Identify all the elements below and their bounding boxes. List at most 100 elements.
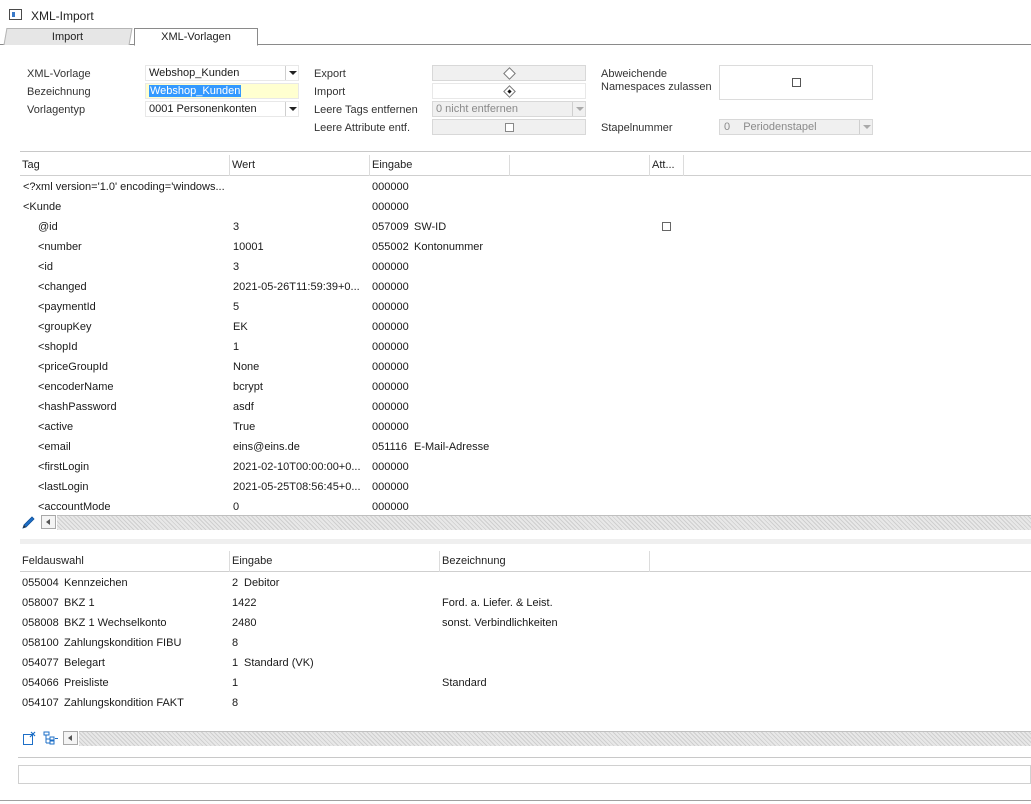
tag-grid-hscrollbar[interactable] xyxy=(57,515,1031,530)
scroll-left-button[interactable] xyxy=(63,731,78,745)
tag-cell: <encoderName xyxy=(38,381,114,393)
table-row[interactable]: <accountMode 0 000000 xyxy=(20,497,1031,517)
column-header-bezeichnung[interactable]: Bezeichnung xyxy=(440,551,650,572)
tab-xml-vorlagen-label: XML-Vorlagen xyxy=(161,31,231,43)
pencil-icon[interactable] xyxy=(21,515,37,530)
bezeichnung-value: Webshop_Kunden xyxy=(149,85,242,97)
bezeichnung-input[interactable]: Webshop_Kunden xyxy=(145,83,299,99)
chevron-down-icon[interactable] xyxy=(285,102,298,116)
eingabe-code-cell: 000000 xyxy=(372,341,409,353)
feld-code-cell: 055004 xyxy=(22,577,59,589)
field-grid: Feldauswahl Eingabe Bezeichnung 055004 Ke… xyxy=(20,551,1031,731)
window-bottom-border xyxy=(0,800,1031,801)
chevron-down-icon[interactable] xyxy=(285,66,298,80)
feld-code-cell: 054107 xyxy=(22,697,59,709)
table-row[interactable]: <groupKey EK 000000 xyxy=(20,317,1031,337)
table-row[interactable]: <encoderName bcrypt 000000 xyxy=(20,377,1031,397)
import-option[interactable] xyxy=(432,83,586,99)
namespaces-field[interactable] xyxy=(719,65,873,100)
eingabe-code-cell: 000000 xyxy=(372,301,409,313)
eingabe-text-cell xyxy=(414,357,614,377)
tag-cell: <active xyxy=(38,421,74,433)
column-header-tag[interactable]: Tag xyxy=(20,155,230,176)
table-row[interactable]: <shopId 1 000000 xyxy=(20,337,1031,357)
attribute-checkbox[interactable] xyxy=(662,222,671,231)
table-row[interactable]: 058008 BKZ 1 Wechselkonto 2480 sonst. Verbi… xyxy=(20,613,1031,633)
feld-name-cell: BKZ 1 Wechselkonto xyxy=(64,617,167,629)
table-row[interactable]: 055004 Kennzeichen 2 Debitor xyxy=(20,573,1031,593)
tag-cell: @id xyxy=(38,221,58,233)
tag-cell: <number xyxy=(38,241,82,253)
table-row[interactable]: 054077 Belegart 1 Standard (VK) xyxy=(20,653,1031,673)
column-header-wert[interactable]: Wert xyxy=(230,155,370,176)
wert-cell: bcrypt xyxy=(233,381,263,393)
namespaces-label-line1: Abweichende xyxy=(601,68,668,80)
table-row[interactable]: <Kunde 000000 xyxy=(20,197,1031,217)
table-row[interactable]: 054066 Preisliste 1 Standard xyxy=(20,673,1031,693)
eingabe-code-cell: 051116 xyxy=(372,441,408,453)
tab-import[interactable]: Import xyxy=(3,28,133,45)
table-row[interactable]: <number 10001 055002 Kontonummer xyxy=(20,237,1031,257)
table-row[interactable]: <paymentId 5 000000 xyxy=(20,297,1031,317)
feld-name-cell: Preisliste xyxy=(64,677,109,689)
leere-tags-combo[interactable]: 0 nicht entfernen xyxy=(432,101,586,117)
table-row[interactable]: <?xml version='1.0' encoding='windows...… xyxy=(20,177,1031,197)
tab-xml-vorlagen[interactable]: XML-Vorlagen xyxy=(134,28,258,46)
table-row[interactable]: <id 3 000000 xyxy=(20,257,1031,277)
new-entry-icon[interactable] xyxy=(22,731,38,746)
namespaces-checkbox[interactable] xyxy=(792,78,801,87)
table-row[interactable]: <email eins@eins.de 051116 E-Mail-Adresse xyxy=(20,437,1031,457)
table-row[interactable]: <lastLogin 2021-05-25T08:56:45+0... 000000 xyxy=(20,477,1031,497)
chevron-down-icon[interactable] xyxy=(859,120,872,134)
leere-attribute-checkbox[interactable] xyxy=(505,123,514,132)
splitter[interactable] xyxy=(20,539,1031,544)
column-header-eingabe[interactable]: Eingabe xyxy=(370,155,510,176)
table-row[interactable]: 054107 Zahlungskondition FAKT 8 xyxy=(20,693,1031,713)
leere-attribute-field[interactable] xyxy=(432,119,586,135)
feld-name-cell: Kennzeichen xyxy=(64,577,128,589)
window-title: XML-Import xyxy=(31,9,94,23)
table-row[interactable]: @id 3 057009 SW-ID xyxy=(20,217,1031,237)
column-header-feldauswahl[interactable]: Feldauswahl xyxy=(20,551,230,572)
vorlagentyp-combo[interactable]: 0001 Personenkonten xyxy=(145,101,299,117)
chevron-down-icon[interactable] xyxy=(572,102,585,116)
divider xyxy=(20,151,1031,152)
column-header-eingabe[interactable]: Eingabe xyxy=(230,551,440,572)
bezeichnung-cell xyxy=(442,653,642,673)
wert-cell: 3 xyxy=(233,261,240,273)
feld-code-cell: 054077 xyxy=(22,657,59,669)
eingabe-text-cell xyxy=(414,417,614,437)
wert-cell: 10001 xyxy=(233,241,264,253)
eingabe-text-cell xyxy=(244,673,434,693)
export-label: Export xyxy=(314,68,346,80)
eingabe-text-cell xyxy=(414,457,614,477)
eingabe-code-cell: 000000 xyxy=(372,401,409,413)
eingabe-code-cell: 000000 xyxy=(372,201,409,213)
tag-cell: <shopId xyxy=(38,341,78,353)
feld-code-cell: 054066 xyxy=(22,677,59,689)
eingabe-code-cell: 000000 xyxy=(372,321,409,333)
wert-cell: 2021-02-10T00:00:00+0... xyxy=(233,461,361,473)
import-radio-icon[interactable] xyxy=(503,85,516,98)
table-row[interactable]: <hashPassword asdf 000000 xyxy=(20,397,1031,417)
table-row[interactable]: <priceGroupId None 000000 xyxy=(20,357,1031,377)
tag-cell: <groupKey xyxy=(38,321,92,333)
tree-mapping-icon[interactable] xyxy=(43,731,59,746)
export-option[interactable] xyxy=(432,65,586,81)
table-row[interactable]: <changed 2021-05-26T11:59:39+0... 000000 xyxy=(20,277,1031,297)
wert-cell: 5 xyxy=(233,301,240,313)
export-radio-icon[interactable] xyxy=(503,67,516,80)
table-row[interactable]: <active True 000000 xyxy=(20,417,1031,437)
table-row[interactable]: <firstLogin 2021-02-10T00:00:00+0... 00000… xyxy=(20,457,1031,477)
wert-cell: None xyxy=(233,361,260,373)
column-header-att[interactable]: Att... xyxy=(650,155,684,176)
table-row[interactable]: 058100 Zahlungskondition FIBU 8 xyxy=(20,633,1031,653)
xml-vorlage-combo[interactable]: Webshop_Kunden xyxy=(145,65,299,81)
eingabe-code-cell: 000000 xyxy=(372,261,409,273)
table-row[interactable]: 058007 BKZ 1 1422 Ford. a. Liefer. & Leist. xyxy=(20,593,1031,613)
scroll-left-button[interactable] xyxy=(41,515,56,529)
column-header-blank[interactable] xyxy=(510,155,650,176)
stapelnummer-combo[interactable]: 0 Periodenstapel xyxy=(719,119,873,135)
field-grid-hscrollbar[interactable] xyxy=(79,731,1031,746)
feld-code-cell: 058008 xyxy=(22,617,59,629)
